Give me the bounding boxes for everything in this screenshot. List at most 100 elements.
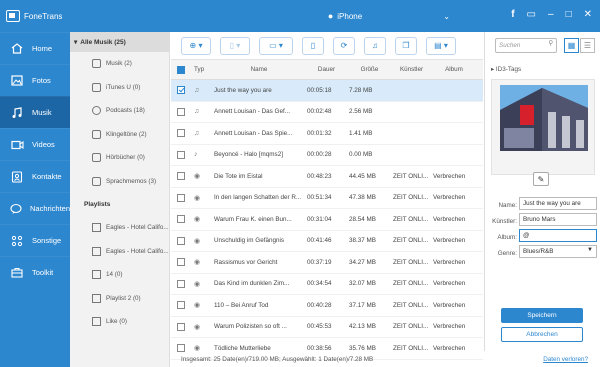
name-field[interactable]: Just the way you are: [519, 197, 597, 210]
monitor-icon: ▭ ▾: [269, 41, 283, 50]
playlist-item[interactable]: Eagles - Hotel Califo...: [70, 216, 169, 240]
delete-button[interactable]: ▯ ▾: [220, 36, 250, 55]
cell-size: 1.41 MB: [349, 129, 373, 137]
select-all-checkbox[interactable]: [177, 65, 185, 74]
row-checkbox-cell: [171, 129, 191, 138]
table-row[interactable]: ◉ Rassismus vor Gericht 00:37:19 34.27 MB ZE…: [171, 252, 483, 274]
music-icon: [10, 106, 24, 120]
category-audiobooks[interactable]: Hörbücher (0): [70, 146, 169, 170]
column-album[interactable]: Album: [430, 66, 475, 73]
table-row[interactable]: ♫ Annett Louisan - Das Gef... 00:02:48 2.56…: [171, 102, 483, 123]
category-label: iTunes U (0): [106, 83, 141, 91]
row-checkbox[interactable]: [177, 150, 185, 159]
table-row[interactable]: ◉ Warum Polizisten so oft ... 00:45:53 42.1…: [171, 317, 483, 338]
row-checkbox[interactable]: [177, 322, 185, 331]
export-to-pc-button[interactable]: ▭ ▾: [259, 36, 293, 55]
row-checkbox[interactable]: [177, 129, 185, 138]
nav-videos[interactable]: Videos: [0, 128, 70, 160]
cell-name: Warum Frau K. einen Bun...: [214, 215, 292, 223]
edit-artwork-button[interactable]: ✎: [533, 172, 549, 186]
category-voice-memos[interactable]: Sprachmemos (3): [70, 170, 169, 194]
category-podcasts[interactable]: Podcasts (18): [70, 99, 169, 123]
row-checkbox[interactable]: [177, 107, 185, 116]
search-placeholder: Suchen: [499, 42, 521, 49]
artist-field[interactable]: Bruno Mars: [519, 213, 597, 226]
category-ringtones[interactable]: Klingeltöne (2): [70, 123, 169, 147]
toolbox-button[interactable]: ▤ ▾: [426, 36, 456, 55]
row-checkbox[interactable]: [177, 258, 185, 267]
feedback-icon[interactable]: ▭: [527, 9, 536, 21]
table-row[interactable]: ◉ In den langen Schatten der R... 00:51:34…: [171, 188, 483, 209]
column-type[interactable]: Typ: [191, 66, 211, 73]
album-field[interactable]: @: [519, 229, 597, 242]
status-summary: Insgesamt: 25 Date(en)/719.00 MB; Ausgew…: [181, 355, 374, 363]
list-view-button[interactable]: ☰: [580, 38, 595, 53]
table-row[interactable]: ◉ Die Tote im Eistal 00:48:23 44.45 MB ZEIT …: [171, 166, 483, 188]
app-brand: FoneTrans: [0, 0, 70, 32]
cell-album: Verbrechen: [433, 172, 466, 180]
table-row[interactable]: ♪ Beyoncé - Halo [mqms2] 00:00:28 0.00 MB: [171, 145, 483, 166]
cancel-button[interactable]: Abbrechen: [501, 327, 583, 342]
nav-photos[interactable]: Fotos: [0, 64, 70, 96]
all-music-header[interactable]: ▾ Alle Musik (25): [70, 32, 169, 52]
sync-button[interactable]: ⟳: [333, 36, 355, 55]
column-size[interactable]: Größe: [346, 66, 390, 73]
ringtone-button[interactable]: ♫: [364, 36, 386, 55]
genre-select[interactable]: Blues/R&B ▼: [519, 245, 597, 258]
column-name[interactable]: Name: [211, 66, 304, 73]
playlist-item[interactable]: Playlist 2 (0): [70, 287, 169, 311]
itunes-u-icon: [92, 82, 101, 92]
row-checkbox[interactable]: [177, 236, 185, 245]
minimize-icon[interactable]: –: [548, 9, 554, 21]
row-checkbox[interactable]: [177, 301, 185, 310]
row-checkbox[interactable]: [177, 193, 185, 202]
cell-artist: ZEIT ONLI...: [393, 301, 429, 309]
cell-size: 7.28 MB: [349, 86, 373, 94]
row-checkbox[interactable]: [177, 172, 185, 181]
column-duration[interactable]: Dauer: [304, 66, 346, 73]
close-icon[interactable]: ✕: [584, 9, 592, 21]
row-checkbox[interactable]: [177, 279, 185, 288]
playlist-item[interactable]: 14 (0): [70, 263, 169, 287]
type-icon: ♫: [194, 86, 200, 94]
nav-music[interactable]: Musik: [0, 96, 70, 128]
nav-contacts[interactable]: Kontakte: [0, 160, 70, 192]
type-icon: ◉: [194, 259, 201, 267]
pencil-icon: ✎: [537, 174, 545, 184]
table-row[interactable]: ♫ Annett Louisan - Das Spie... 00:01:32 1.4…: [171, 123, 483, 145]
data-lost-link[interactable]: Daten verloren?: [543, 356, 588, 363]
grid-view-button[interactable]: ▦: [564, 38, 579, 53]
table-body: ♫ Just the way you are 00:05:18 7.28 MB ♫ An…: [171, 80, 483, 360]
cell-name: Annett Louisan - Das Gef...: [214, 108, 290, 116]
playlist-label: Eagles - Hotel Califo...: [106, 247, 169, 255]
maximize-icon[interactable]: □: [566, 9, 572, 21]
table-row[interactable]: ◉ 110 – Bei Anruf Tod 00:40:28 37.17 MB ZEIT…: [171, 295, 483, 317]
playlist-item[interactable]: Eagles - Hotel Califo...: [70, 240, 169, 264]
playlist-item[interactable]: Like (0): [70, 310, 169, 334]
title-bar: ● iPhone ⌄ f ▭ – □ ✕: [70, 0, 600, 32]
copy-button[interactable]: ❐: [395, 36, 417, 55]
row-checkbox[interactable]: [177, 215, 185, 224]
nav-toolkit[interactable]: Toolkit: [0, 256, 70, 288]
row-checkbox[interactable]: [177, 86, 185, 95]
add-button[interactable]: ⊕ ▾: [181, 36, 211, 55]
search-input[interactable]: Suchen ⚲: [495, 38, 557, 53]
nav-other[interactable]: Sonstige: [0, 224, 70, 256]
bell-icon: [92, 129, 101, 139]
column-artist[interactable]: Künstler: [390, 66, 430, 73]
row-checkbox-cell: [171, 193, 191, 202]
table-row[interactable]: ◉ Warum Frau K. einen Bun... 00:31:04 28.54…: [171, 209, 483, 231]
nav-home[interactable]: Home: [0, 32, 70, 64]
phone-icon: ▯: [310, 41, 316, 50]
nav-messages[interactable]: Nachrichten: [0, 192, 70, 224]
category-itunes-u[interactable]: iTunes U (0): [70, 76, 169, 100]
save-button[interactable]: Speichern: [501, 308, 583, 323]
table-row[interactable]: ◉ Das Kind im dunklen Zim... 00:34:54 32.07…: [171, 274, 483, 295]
facebook-icon[interactable]: f: [511, 9, 514, 21]
device-selector[interactable]: ● iPhone ⌄: [240, 0, 450, 32]
table-row[interactable]: ◉ Unschuldig im Gefängnis 00:41:46 38.37 MB…: [171, 231, 483, 252]
category-music[interactable]: Musik (2): [70, 52, 169, 76]
export-to-device-button[interactable]: ▯: [302, 36, 324, 55]
cell-album: Verbrechen: [433, 258, 466, 266]
table-row[interactable]: ♫ Just the way you are 00:05:18 7.28 MB: [171, 80, 483, 102]
